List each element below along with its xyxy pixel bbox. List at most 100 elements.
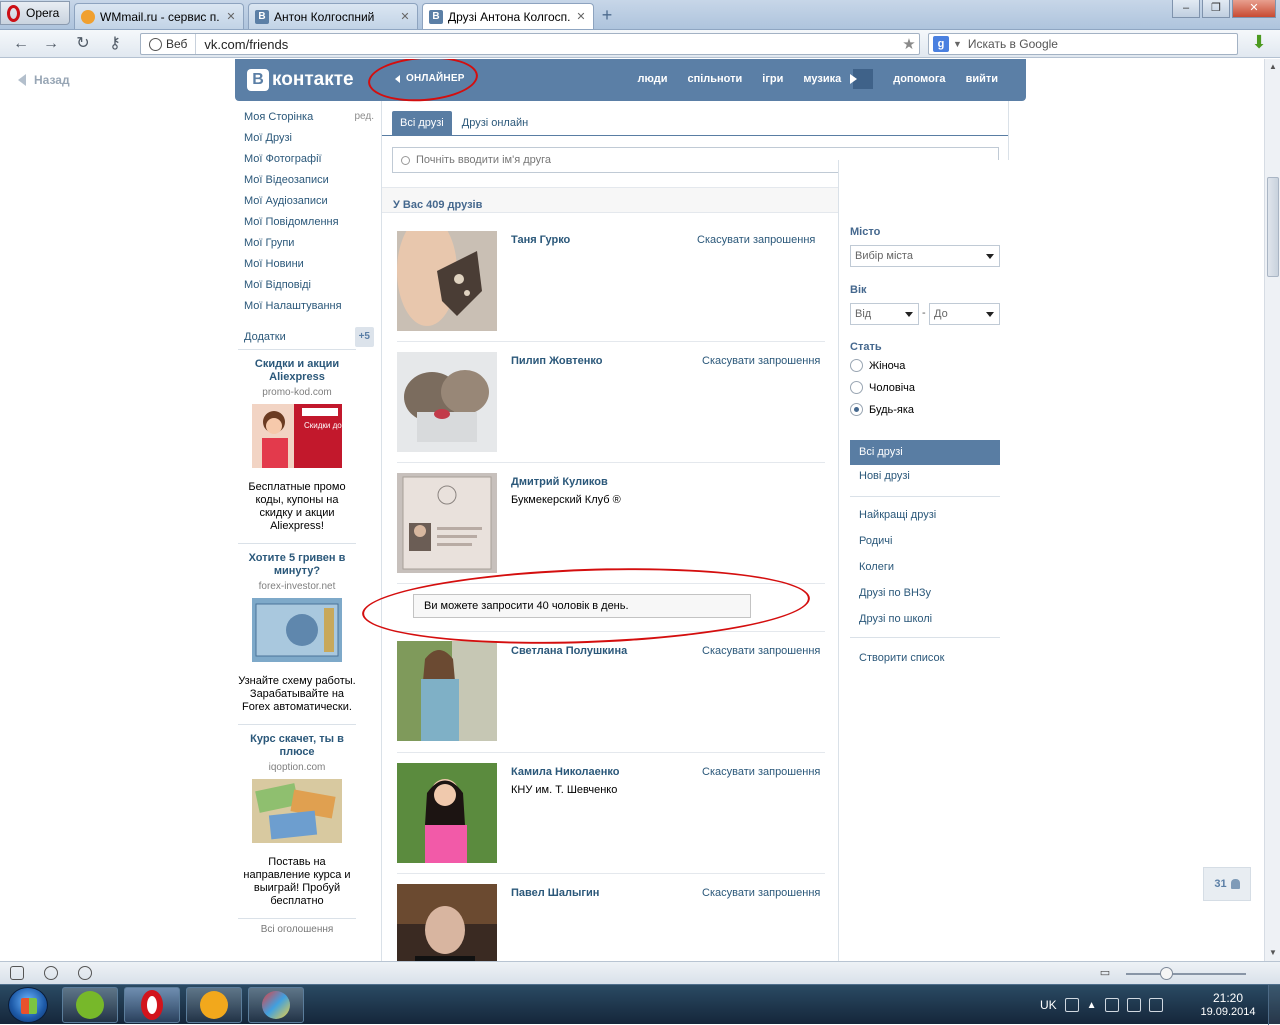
radio-button-checked[interactable] (850, 403, 863, 416)
window-close-icon[interactable]: ✕ (1232, 0, 1276, 18)
list-university-friends[interactable]: Друзі по ВНЗу (859, 587, 931, 599)
friend-photo[interactable] (397, 473, 497, 573)
search-engine-dropdown-icon[interactable]: ▼ (953, 39, 962, 49)
friend-photo[interactable] (397, 231, 497, 331)
list-relatives[interactable]: Родичі (859, 535, 892, 547)
menu-my-videos[interactable]: Мої Відеозаписи (244, 172, 374, 193)
address-bar[interactable]: Веб vk.com/friends ★ (140, 33, 920, 55)
web-badge[interactable]: Веб (141, 34, 197, 54)
friend-name[interactable]: Таня Гурко (511, 234, 570, 246)
page-scrollbar[interactable]: ▲ ▼ (1264, 59, 1280, 961)
reload-icon[interactable]: ↻ (72, 34, 94, 54)
tab-all-friends[interactable]: Всі друзі (392, 111, 452, 135)
radio-button[interactable] (850, 381, 863, 394)
sex-option-any[interactable]: Будь-яка (850, 403, 914, 416)
language-indicator[interactable]: UK (1040, 998, 1057, 1012)
menu-item-label[interactable]: Мої Новини (244, 256, 304, 277)
chat-button[interactable]: 31 (1203, 867, 1251, 901)
menu-apps[interactable]: Додатки +5 (244, 325, 374, 347)
apps-label[interactable]: Додатки (244, 329, 286, 345)
taskbar-aimp[interactable] (186, 987, 242, 1023)
forward-arrow-icon[interactable]: → (40, 34, 62, 54)
menu-item-label[interactable]: Моя Сторінка (244, 109, 313, 130)
browser-tab-wmmail[interactable]: WMmail.ru - сервис п... ✕ (74, 3, 244, 29)
tray-expand-icon[interactable]: ▲ (1087, 1000, 1097, 1011)
menu-item-label[interactable]: Мої Відповіді (244, 277, 311, 298)
menu-item-label[interactable]: Мої Налаштування (244, 298, 342, 319)
cancel-request-link[interactable]: Скасувати запрошення (702, 355, 822, 368)
panel-toggle-icon[interactable] (10, 966, 24, 980)
browser-search-field[interactable]: g ▼ Искать в Google (928, 33, 1238, 55)
ad-title[interactable]: Хотите 5 гривен в минуту? (238, 552, 356, 578)
cancel-request-link[interactable]: Скасувати запрошення (697, 234, 822, 247)
menu-my-friends[interactable]: Мої Друзі (244, 130, 374, 151)
edit-link[interactable]: ред. (354, 109, 374, 130)
nav-communities[interactable]: спільноти (677, 73, 752, 89)
browser-tab-profile[interactable]: B Антон Колгоспний ✕ (248, 3, 418, 29)
radio-button[interactable] (850, 359, 863, 372)
nav-help[interactable]: допомога (883, 73, 955, 89)
all-ads-link[interactable]: Всі оголошення (238, 918, 356, 935)
online-player-button[interactable]: ОНЛАЙНЕР (395, 73, 465, 84)
apps-count-badge[interactable]: +5 (354, 326, 374, 347)
back-arrow-icon[interactable]: ← (10, 34, 32, 54)
close-tab-icon[interactable]: ✕ (225, 11, 237, 23)
scroll-down-icon[interactable]: ▼ (1265, 945, 1280, 961)
opera-unite-icon[interactable] (44, 966, 58, 980)
friend-photo[interactable] (397, 352, 497, 452)
menu-my-answers[interactable]: Мої Відповіді (244, 277, 374, 298)
friend-name[interactable]: Павел Шалыгин (511, 887, 599, 899)
menu-item-label[interactable]: Мої Фотографії (244, 151, 322, 172)
ad-block[interactable]: Курс скачет, ты в плюсе iqoption.com Пос… (238, 724, 356, 918)
friend-name[interactable]: Светлана Полушкина (511, 645, 627, 657)
download-icon[interactable]: ⬇ (1250, 32, 1268, 54)
friend-photo[interactable] (397, 763, 497, 863)
google-icon[interactable]: g (933, 36, 949, 52)
scrollbar-thumb[interactable] (1267, 177, 1279, 277)
ad-title[interactable]: Скидки и акции Aliexpress (238, 358, 356, 384)
cancel-request-link[interactable]: Скасувати запрошення (702, 645, 822, 658)
opera-menu-button[interactable]: Opera (0, 1, 70, 25)
view-icon[interactable]: ▭ (1098, 966, 1112, 980)
age-to-select[interactable]: До (929, 303, 1000, 325)
back-link[interactable]: Назад (18, 73, 70, 87)
browser-tab-friends[interactable]: B Друзі Антона Колгосп... ✕ (422, 3, 594, 29)
volume-icon[interactable] (1148, 998, 1163, 1012)
scroll-up-icon[interactable]: ▲ (1265, 59, 1280, 75)
close-tab-icon[interactable]: ✕ (575, 11, 587, 23)
menu-my-photos[interactable]: Мої Фотографії (244, 151, 374, 172)
menu-my-page[interactable]: Моя Сторінка ред. (244, 109, 374, 130)
taskbar-utorrent[interactable] (62, 987, 118, 1023)
music-play-button[interactable] (849, 69, 874, 89)
ad-block[interactable]: Хотите 5 гривен в минуту? forex-investor… (238, 543, 356, 724)
ad-image-aliexpress[interactable]: Скидки до 70%! (252, 404, 362, 468)
tab-friends-online[interactable]: Друзі онлайн (454, 111, 536, 135)
restore-icon[interactable]: ❐ (1202, 0, 1230, 18)
url-text[interactable]: vk.com/friends (196, 37, 899, 52)
list-all-friends[interactable]: Всі друзі (850, 440, 1000, 465)
list-best-friends[interactable]: Найкращі друзі (859, 509, 936, 521)
sex-option-male[interactable]: Чоловіча (850, 381, 915, 394)
menu-item-label[interactable]: Мої Друзі (244, 130, 292, 151)
ad-block[interactable]: Скидки и акции Aliexpress promo-kod.com … (238, 349, 362, 543)
system-clock[interactable]: 21:20 19.09.2014 (1200, 991, 1256, 1019)
menu-my-groups[interactable]: Мої Групи (244, 235, 374, 256)
bookmark-star-icon[interactable]: ★ (899, 35, 919, 53)
menu-item-label[interactable]: Мої Відеозаписи (244, 172, 329, 193)
age-from-select[interactable]: Від (850, 303, 919, 325)
minimize-icon[interactable]: – (1172, 0, 1200, 18)
cancel-request-link[interactable]: Скасувати запрошення (702, 887, 822, 900)
zoom-slider-track[interactable] (1126, 973, 1246, 975)
menu-item-label[interactable]: Мої Аудіозаписи (244, 193, 328, 214)
nav-logout[interactable]: вийти (956, 73, 1008, 89)
taskbar-paint[interactable] (248, 987, 304, 1023)
key-icon[interactable]: ⚷ (104, 34, 126, 54)
friend-photo[interactable] (397, 884, 497, 961)
zoom-slider-knob[interactable] (1160, 967, 1173, 980)
menu-my-audio[interactable]: Мої Аудіозаписи (244, 193, 374, 214)
nav-music[interactable]: музика (793, 73, 851, 89)
sex-option-female[interactable]: Жіноча (850, 359, 905, 372)
menu-my-news[interactable]: Мої Новини (244, 256, 374, 277)
create-list-link[interactable]: Створити список (859, 652, 944, 664)
new-tab-icon[interactable]: + (597, 5, 617, 25)
